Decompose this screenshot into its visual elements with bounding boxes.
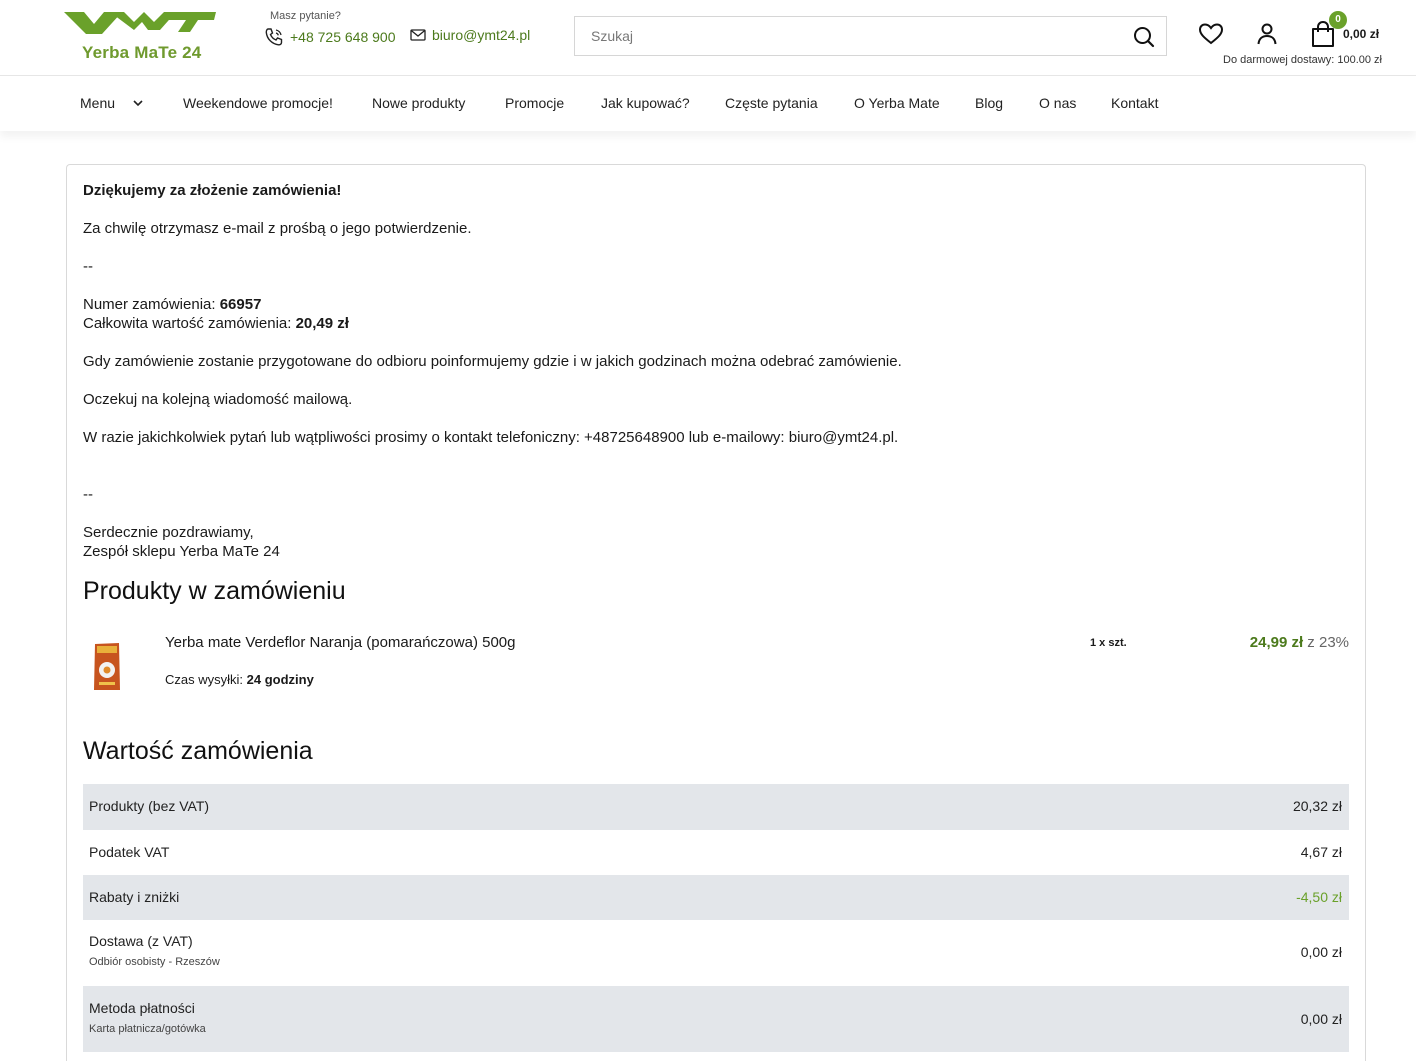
- nav-item-contact[interactable]: Kontakt: [1111, 95, 1158, 111]
- nav-item-blog[interactable]: Blog: [975, 95, 1003, 111]
- order-total: Całkowita wartość zamówienia: 20,49 zł: [83, 315, 349, 332]
- nav-item-promotions[interactable]: Promocje: [505, 95, 564, 111]
- cart-total[interactable]: 0,00 zł: [1343, 27, 1379, 41]
- summary-label: Dostawa (z VAT): [89, 933, 193, 949]
- wait-info: Oczekuj na kolejną wiadomość mailową.: [83, 391, 353, 408]
- email-link[interactable]: biuro@ymt24.pl: [432, 27, 530, 43]
- nav-item-faq[interactable]: Częste pytania: [725, 95, 818, 111]
- contact-email[interactable]: biuro@ymt24.pl: [410, 27, 530, 43]
- nav-item-how-to-buy[interactable]: Jak kupować?: [601, 95, 690, 111]
- separator: --: [83, 258, 93, 275]
- email-info: Za chwilę otrzymasz e-mail z prośbą o je…: [83, 220, 472, 237]
- summary-label: Podatek VAT: [89, 844, 170, 860]
- summary-row-payment: Metoda płatności Karta płatnicza/gotówka…: [83, 986, 1349, 1052]
- product-price: 24,99 zł z 23%: [1249, 634, 1349, 651]
- thanks-message: Dziękujemy za złożenie zamówienia!: [83, 182, 342, 199]
- greeting: Serdecznie pozdrawiamy,: [83, 524, 254, 541]
- logo-text: Yerba MaTe 24: [82, 43, 202, 62]
- site-header: Yerba MaTe 24 Masz pytanie? +48 725 648 …: [0, 0, 1416, 76]
- summary-row-vat: Podatek VAT 4,67 zł: [83, 830, 1349, 875]
- summary-value: 0,00 zł: [1300, 944, 1342, 960]
- main-nav: Menu Weekendowe promocje! Nowe produkty …: [0, 76, 1416, 131]
- summary-value: 4,67 zł: [1300, 844, 1342, 860]
- summary-value: -4,50 zł: [1296, 889, 1342, 905]
- search-icon[interactable]: [1132, 25, 1156, 49]
- summary-sublabel: Karta płatnicza/gotówka: [89, 1023, 206, 1035]
- contact-info-text: W razie jakichkolwiek pytań lub wątpliwo…: [83, 429, 899, 446]
- heart-icon[interactable]: [1198, 22, 1224, 46]
- summary-row-products-net: Produkty (bez VAT) 20,32 zł: [83, 784, 1349, 830]
- phone-link[interactable]: +48 725 648 900: [290, 29, 396, 45]
- logo-mark-icon: [64, 12, 216, 34]
- user-icon[interactable]: [1256, 22, 1278, 46]
- summary-sublabel: Odbiór osobisty - Rzeszów: [89, 956, 220, 968]
- product-image[interactable]: [93, 640, 121, 692]
- separator: --: [83, 486, 93, 503]
- mail-icon: [410, 28, 426, 42]
- nav-item-about-yerba[interactable]: O Yerba Mate: [854, 95, 940, 111]
- pickup-info: Gdy zamówienie zostanie przygotowane do …: [83, 353, 902, 370]
- summary-label: Produkty (bez VAT): [89, 798, 210, 814]
- summary-label: Metoda płatności: [89, 1000, 195, 1016]
- order-number: Numer zamówienia: 66957: [83, 296, 262, 313]
- product-name[interactable]: Yerba mate Verdeflor Naranja (pomarańczo…: [165, 634, 515, 651]
- summary-row-delivery: Dostawa (z VAT) Odbiór osobisty - Rzeszó…: [83, 920, 1349, 986]
- nav-menu-dropdown[interactable]: Menu: [80, 95, 143, 111]
- product-shipping-time: Czas wysyłki: 24 godziny: [165, 672, 314, 687]
- search-box: [574, 16, 1167, 56]
- order-summary-table: Produkty (bez VAT) 20,32 zł Podatek VAT …: [83, 784, 1349, 1052]
- summary-value: 20,32 zł: [1292, 798, 1342, 814]
- nav-item-new-products[interactable]: Nowe produkty: [372, 95, 465, 111]
- products-heading: Produkty w zamówieniu: [83, 577, 346, 605]
- logo[interactable]: Yerba MaTe 24: [64, 10, 218, 66]
- nav-item-label: Menu: [80, 95, 116, 111]
- signature: Zespół sklepu Yerba MaTe 24: [83, 543, 280, 560]
- summary-value: 0,00 zł: [1300, 1011, 1342, 1027]
- nav-item-weekend-promos[interactable]: Weekendowe promocje!: [183, 95, 333, 111]
- free-delivery-info: Do darmowej dostawy: 100.00 zł: [1223, 54, 1382, 66]
- summary-row-discounts: Rabaty i zniżki -4,50 zł: [83, 875, 1349, 920]
- summary-heading: Wartość zamówienia: [83, 737, 313, 765]
- search-input[interactable]: [575, 17, 1115, 55]
- contact-question: Masz pytanie?: [270, 10, 341, 22]
- contact-phone[interactable]: +48 725 648 900: [264, 27, 396, 47]
- product-quantity: 1 x szt.: [1090, 637, 1127, 649]
- chevron-down-icon: [133, 99, 143, 106]
- nav-item-about-us[interactable]: O nas: [1039, 95, 1076, 111]
- summary-label: Rabaty i zniżki: [89, 889, 180, 905]
- phone-icon: [264, 27, 284, 47]
